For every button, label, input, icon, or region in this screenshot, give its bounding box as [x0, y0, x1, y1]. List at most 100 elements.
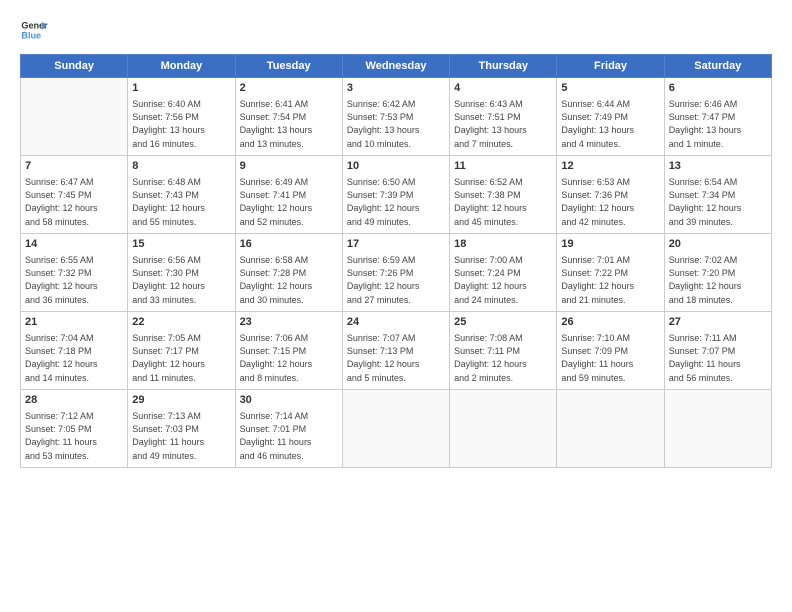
day-info: Sunrise: 6:49 AMSunset: 7:41 PMDaylight:… — [240, 176, 338, 228]
svg-text:Blue: Blue — [21, 30, 41, 40]
day-info: Sunrise: 7:02 AMSunset: 7:20 PMDaylight:… — [669, 254, 767, 306]
day-info: Sunrise: 6:43 AMSunset: 7:51 PMDaylight:… — [454, 98, 552, 150]
day-number: 25 — [454, 315, 552, 330]
calendar-table: SundayMondayTuesdayWednesdayThursdayFrid… — [20, 54, 772, 468]
calendar-cell: 19 Sunrise: 7:01 AMSunset: 7:22 PMDayligh… — [557, 234, 664, 312]
day-info: Sunrise: 6:40 AMSunset: 7:56 PMDaylight:… — [132, 98, 230, 150]
day-number: 6 — [669, 81, 767, 96]
calendar-cell — [557, 390, 664, 468]
calendar-cell — [664, 390, 771, 468]
calendar-cell: 11Sunrise: 6:52 AMSunset: 7:38 PMDayligh… — [450, 156, 557, 234]
day-info: Sunrise: 7:01 AMSunset: 7:22 PMDaylight:… — [561, 254, 659, 306]
calendar-cell: 25 Sunrise: 7:08 AMSunset: 7:11 PMDayligh… — [450, 312, 557, 390]
day-info: Sunrise: 6:42 AMSunset: 7:53 PMDaylight:… — [347, 98, 445, 150]
calendar-cell: 27 Sunrise: 7:11 AMSunset: 7:07 PMDayligh… — [664, 312, 771, 390]
day-info: Sunrise: 6:53 AMSunset: 7:36 PMDaylight:… — [561, 176, 659, 228]
day-number: 2 — [240, 81, 338, 96]
day-info: Sunrise: 6:47 AMSunset: 7:45 PMDaylight:… — [25, 176, 123, 228]
day-info: Sunrise: 7:00 AMSunset: 7:24 PMDaylight:… — [454, 254, 552, 306]
calendar-cell: 22 Sunrise: 7:05 AMSunset: 7:17 PMDayligh… — [128, 312, 235, 390]
day-number: 13 — [669, 159, 767, 174]
calendar-cell: 29Sunrise: 7:13 AMSunset: 7:03 PMDayligh… — [128, 390, 235, 468]
day-info: Sunrise: 7:14 AMSunset: 7:01 PMDaylight:… — [240, 410, 338, 462]
day-number: 12 — [561, 159, 659, 174]
day-number: 9 — [240, 159, 338, 174]
day-number: 28 — [25, 393, 123, 408]
page: General Blue SundayMondayTuesdayWednesda… — [0, 0, 792, 612]
day-info: Sunrise: 7:11 AMSunset: 7:07 PMDaylight:… — [669, 332, 767, 384]
day-info: Sunrise: 6:48 AMSunset: 7:43 PMDaylight:… — [132, 176, 230, 228]
day-number: 15 — [132, 237, 230, 252]
calendar-cell: 23Sunrise: 7:06 AMSunset: 7:15 PMDayligh… — [235, 312, 342, 390]
day-info: Sunrise: 6:54 AMSunset: 7:34 PMDaylight:… — [669, 176, 767, 228]
calendar-cell: 28 Sunrise: 7:12 AMSunset: 7:05 PMDayligh… — [21, 390, 128, 468]
day-number: 27 — [669, 315, 767, 330]
weekday-header-thursday: Thursday — [450, 55, 557, 78]
calendar-cell: 21 Sunrise: 7:04 AMSunset: 7:18 PMDayligh… — [21, 312, 128, 390]
calendar-cell: 6 Sunrise: 6:46 AMSunset: 7:47 PMDaylight… — [664, 78, 771, 156]
day-info: Sunrise: 7:12 AMSunset: 7:05 PMDaylight:… — [25, 410, 123, 462]
day-number: 26 — [561, 315, 659, 330]
calendar-cell: 30Sunrise: 7:14 AMSunset: 7:01 PMDayligh… — [235, 390, 342, 468]
day-number: 19 — [561, 237, 659, 252]
day-number: 16 — [240, 237, 338, 252]
day-number: 29 — [132, 393, 230, 408]
day-number: 23 — [240, 315, 338, 330]
day-info: Sunrise: 6:56 AMSunset: 7:30 PMDaylight:… — [132, 254, 230, 306]
calendar-cell: 20 Sunrise: 7:02 AMSunset: 7:20 PMDayligh… — [664, 234, 771, 312]
day-info: Sunrise: 7:04 AMSunset: 7:18 PMDaylight:… — [25, 332, 123, 384]
calendar-cell: 9 Sunrise: 6:49 AMSunset: 7:41 PMDaylight… — [235, 156, 342, 234]
day-info: Sunrise: 7:08 AMSunset: 7:11 PMDaylight:… — [454, 332, 552, 384]
calendar-cell — [450, 390, 557, 468]
calendar-cell: 10 Sunrise: 6:50 AMSunset: 7:39 PMDayligh… — [342, 156, 449, 234]
day-number: 20 — [669, 237, 767, 252]
day-number: 10 — [347, 159, 445, 174]
calendar-cell: 17Sunrise: 6:59 AMSunset: 7:26 PMDayligh… — [342, 234, 449, 312]
week-row-3: 14Sunrise: 6:55 AMSunset: 7:32 PMDayligh… — [21, 234, 772, 312]
calendar-cell: 13 Sunrise: 6:54 AMSunset: 7:34 PMDayligh… — [664, 156, 771, 234]
calendar-cell: 8Sunrise: 6:48 AMSunset: 7:43 PMDaylight… — [128, 156, 235, 234]
day-number: 17 — [347, 237, 445, 252]
calendar-cell: 24 Sunrise: 7:07 AMSunset: 7:13 PMDayligh… — [342, 312, 449, 390]
calendar-cell: 26 Sunrise: 7:10 AMSunset: 7:09 PMDayligh… — [557, 312, 664, 390]
day-info: Sunrise: 6:44 AMSunset: 7:49 PMDaylight:… — [561, 98, 659, 150]
calendar-cell: 14Sunrise: 6:55 AMSunset: 7:32 PMDayligh… — [21, 234, 128, 312]
calendar-cell: 18 Sunrise: 7:00 AMSunset: 7:24 PMDayligh… — [450, 234, 557, 312]
day-number: 7 — [25, 159, 123, 174]
day-number: 3 — [347, 81, 445, 96]
calendar-cell — [21, 78, 128, 156]
weekday-header-wednesday: Wednesday — [342, 55, 449, 78]
day-info: Sunrise: 6:41 AMSunset: 7:54 PMDaylight:… — [240, 98, 338, 150]
weekday-header-saturday: Saturday — [664, 55, 771, 78]
weekday-header-tuesday: Tuesday — [235, 55, 342, 78]
day-number: 18 — [454, 237, 552, 252]
day-info: Sunrise: 6:52 AMSunset: 7:38 PMDaylight:… — [454, 176, 552, 228]
calendar-cell: 7 Sunrise: 6:47 AMSunset: 7:45 PMDaylight… — [21, 156, 128, 234]
weekday-header-friday: Friday — [557, 55, 664, 78]
day-info: Sunrise: 7:05 AMSunset: 7:17 PMDaylight:… — [132, 332, 230, 384]
week-row-1: 1Sunrise: 6:40 AMSunset: 7:56 PMDaylight… — [21, 78, 772, 156]
calendar-cell — [342, 390, 449, 468]
logo-icon: General Blue — [20, 16, 48, 44]
week-row-5: 28 Sunrise: 7:12 AMSunset: 7:05 PMDayligh… — [21, 390, 772, 468]
weekday-header-row: SundayMondayTuesdayWednesdayThursdayFrid… — [21, 55, 772, 78]
day-number: 24 — [347, 315, 445, 330]
header: General Blue — [20, 16, 772, 44]
day-number: 21 — [25, 315, 123, 330]
calendar-cell: 4Sunrise: 6:43 AMSunset: 7:51 PMDaylight… — [450, 78, 557, 156]
day-info: Sunrise: 6:46 AMSunset: 7:47 PMDaylight:… — [669, 98, 767, 150]
calendar-cell: 5 Sunrise: 6:44 AMSunset: 7:49 PMDaylight… — [557, 78, 664, 156]
day-info: Sunrise: 7:07 AMSunset: 7:13 PMDaylight:… — [347, 332, 445, 384]
week-row-2: 7 Sunrise: 6:47 AMSunset: 7:45 PMDaylight… — [21, 156, 772, 234]
calendar-cell: 12 Sunrise: 6:53 AMSunset: 7:36 PMDayligh… — [557, 156, 664, 234]
logo: General Blue — [20, 16, 48, 44]
day-number: 5 — [561, 81, 659, 96]
weekday-header-sunday: Sunday — [21, 55, 128, 78]
day-number: 22 — [132, 315, 230, 330]
calendar-cell: 2 Sunrise: 6:41 AMSunset: 7:54 PMDaylight… — [235, 78, 342, 156]
day-info: Sunrise: 7:10 AMSunset: 7:09 PMDaylight:… — [561, 332, 659, 384]
calendar-cell: 3 Sunrise: 6:42 AMSunset: 7:53 PMDaylight… — [342, 78, 449, 156]
calendar-cell: 15 Sunrise: 6:56 AMSunset: 7:30 PMDayligh… — [128, 234, 235, 312]
day-info: Sunrise: 6:50 AMSunset: 7:39 PMDaylight:… — [347, 176, 445, 228]
calendar-cell: 1Sunrise: 6:40 AMSunset: 7:56 PMDaylight… — [128, 78, 235, 156]
